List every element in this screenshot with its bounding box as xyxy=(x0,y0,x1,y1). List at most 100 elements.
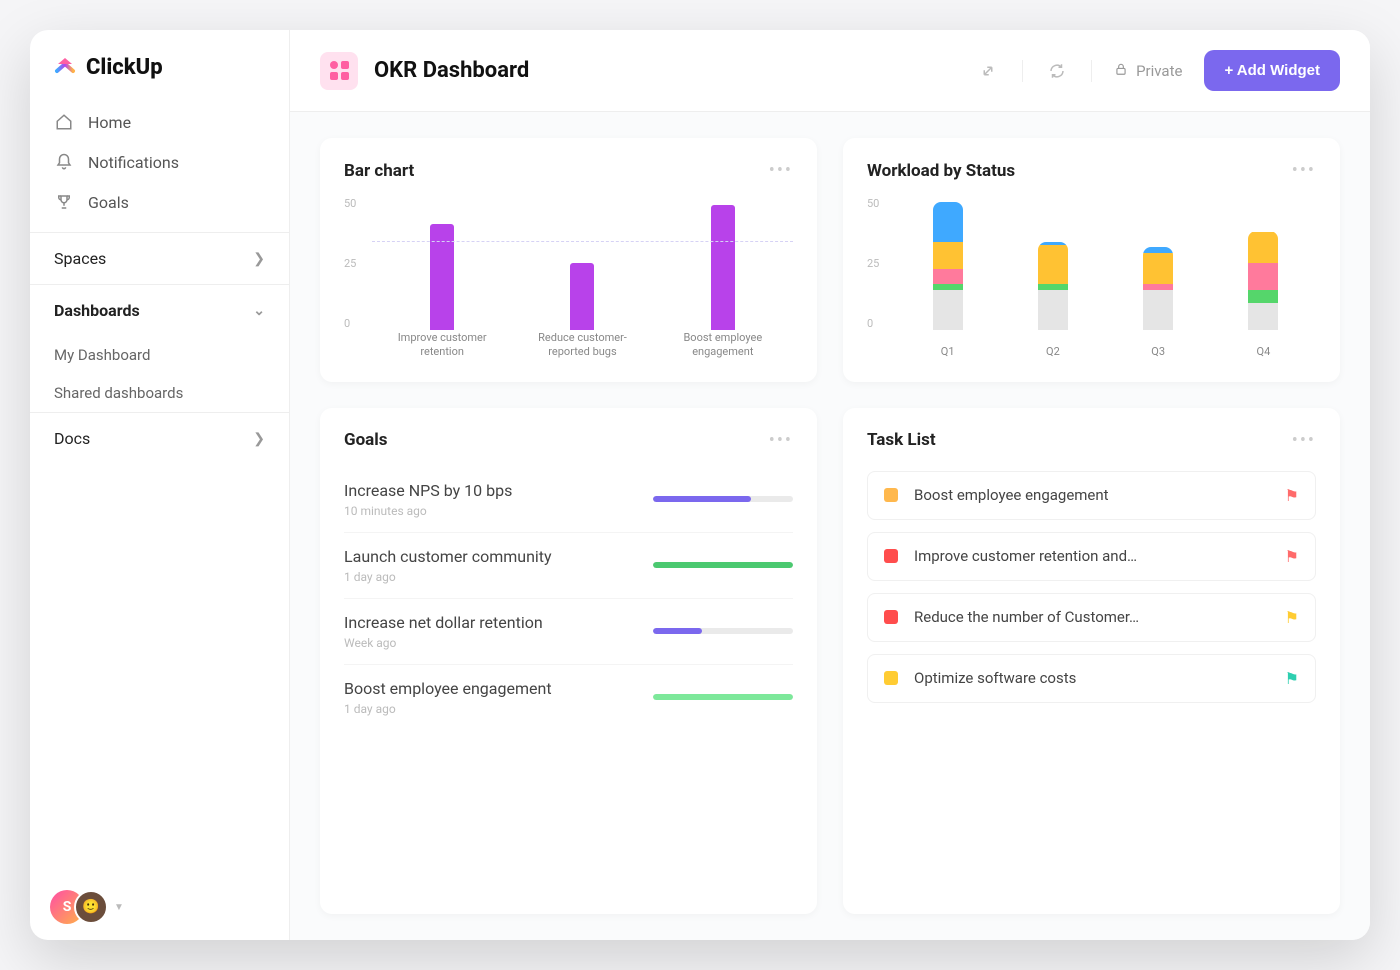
home-icon xyxy=(54,112,74,132)
privacy-label: Private xyxy=(1136,62,1182,80)
card-workload: Workload by Status ••• 50250 Q1Q2Q3Q4 xyxy=(843,138,1340,382)
task-row[interactable]: Reduce the number of Customer…⚑ xyxy=(867,593,1316,642)
task-name: Optimize software costs xyxy=(914,669,1285,687)
caret-down-icon: ▼ xyxy=(114,902,124,913)
goal-time: Week ago xyxy=(344,636,633,650)
stacked-bar[interactable] xyxy=(933,202,963,329)
privacy-toggle[interactable]: Private xyxy=(1108,62,1188,80)
add-widget-button[interactable]: + Add Widget xyxy=(1204,50,1340,91)
flag-icon: ⚑ xyxy=(1285,547,1299,566)
card-title: Workload by Status xyxy=(867,161,1015,181)
task-name: Reduce the number of Customer… xyxy=(914,608,1285,626)
task-name: Improve customer retention and… xyxy=(914,547,1285,565)
goal-name: Launch customer community xyxy=(344,547,633,566)
task-row[interactable]: Improve customer retention and…⚑ xyxy=(867,532,1316,581)
status-square-icon xyxy=(884,488,898,502)
stacked-bar[interactable] xyxy=(1038,242,1068,329)
dashboard-icon xyxy=(320,52,358,90)
goal-name: Increase NPS by 10 bps xyxy=(344,481,633,500)
refresh-icon[interactable] xyxy=(1039,53,1075,89)
more-icon[interactable]: ••• xyxy=(1292,430,1316,451)
more-icon[interactable]: ••• xyxy=(769,160,793,181)
app-window: ClickUp Home Notifications Goals Spaces … xyxy=(30,30,1370,940)
section-label: Dashboards xyxy=(54,301,140,320)
docs-toggle[interactable]: Docs ❯ xyxy=(30,413,289,464)
y-axis: 50250 xyxy=(867,197,891,330)
status-square-icon xyxy=(884,671,898,685)
more-icon[interactable]: ••• xyxy=(1292,160,1316,181)
stacked-bar[interactable] xyxy=(1248,231,1278,329)
y-axis: 50250 xyxy=(344,197,368,330)
card-task-list: Task List ••• Boost employee engagement⚑… xyxy=(843,408,1340,915)
status-square-icon xyxy=(884,549,898,563)
bar[interactable] xyxy=(711,205,735,330)
stacked-bar[interactable] xyxy=(1143,247,1173,329)
nav-label: Goals xyxy=(88,193,129,212)
page-title: OKR Dashboard xyxy=(374,58,529,83)
nav-home[interactable]: Home xyxy=(30,102,289,142)
main-area: OKR Dashboard Private + Add Widget Bar c… xyxy=(290,30,1370,940)
goal-name: Boost employee engagement xyxy=(344,679,633,698)
goal-row[interactable]: Launch customer community 1 day ago xyxy=(344,533,793,599)
lock-icon xyxy=(1114,62,1128,80)
nav-label: Home xyxy=(88,113,131,132)
task-list: Boost employee engagement⚑Improve custom… xyxy=(867,471,1316,703)
progress-bar xyxy=(653,496,793,502)
section-dashboards: Dashboards ⌄ My Dashboard Shared dashboa… xyxy=(30,284,289,412)
dashboard-grid: Bar chart ••• 50250 Improve customer ret… xyxy=(290,112,1370,940)
progress-bar xyxy=(653,694,793,700)
goal-row[interactable]: Boost employee engagement 1 day ago xyxy=(344,665,793,730)
x-axis: Q1Q2Q3Q4 xyxy=(895,345,1316,359)
progress-bar xyxy=(653,628,793,634)
workload-chart: 50250 Q1Q2Q3Q4 xyxy=(867,187,1316,360)
trophy-icon xyxy=(54,192,74,212)
bar-chart: 50250 Improve customer retentionReduce c… xyxy=(344,187,793,360)
section-docs: Docs ❯ xyxy=(30,412,289,464)
brand-logo[interactable]: ClickUp xyxy=(30,30,289,98)
avatar: 🙂 xyxy=(74,890,108,924)
goal-time: 1 day ago xyxy=(344,702,633,716)
user-switcher[interactable]: S 🙂 ▼ xyxy=(30,874,289,940)
chevron-right-icon: ❯ xyxy=(253,431,265,447)
dashboards-toggle[interactable]: Dashboards ⌄ xyxy=(30,285,289,336)
goals-list: Increase NPS by 10 bps 10 minutes ago Laun… xyxy=(344,467,793,730)
clickup-logo-icon xyxy=(52,54,78,80)
spaces-toggle[interactable]: Spaces ❯ xyxy=(30,233,289,284)
task-name: Boost employee engagement xyxy=(914,486,1285,504)
nav-goals[interactable]: Goals xyxy=(30,182,289,222)
bar[interactable] xyxy=(570,263,594,329)
card-goals: Goals ••• Increase NPS by 10 bps 10 minut… xyxy=(320,408,817,915)
goal-row[interactable]: Increase NPS by 10 bps 10 minutes ago xyxy=(344,467,793,533)
goal-time: 10 minutes ago xyxy=(344,504,633,518)
brand-name: ClickUp xyxy=(86,55,163,80)
nav-notifications[interactable]: Notifications xyxy=(30,142,289,182)
goal-time: 1 day ago xyxy=(344,570,633,584)
card-title: Bar chart xyxy=(344,161,414,181)
x-axis: Improve customer retentionReduce custome… xyxy=(372,331,793,360)
divider xyxy=(1022,60,1023,82)
card-bar-chart: Bar chart ••• 50250 Improve customer ret… xyxy=(320,138,817,382)
sidebar: ClickUp Home Notifications Goals Spaces … xyxy=(30,30,290,940)
sidebar-item-my-dashboard[interactable]: My Dashboard xyxy=(30,336,289,374)
expand-icon[interactable] xyxy=(970,53,1006,89)
chevron-down-icon: ⌄ xyxy=(253,303,265,319)
chevron-right-icon: ❯ xyxy=(253,251,265,267)
nav-label: Notifications xyxy=(88,153,179,172)
status-square-icon xyxy=(884,610,898,624)
section-label: Docs xyxy=(54,429,90,448)
section-spaces: Spaces ❯ xyxy=(30,232,289,284)
primary-nav: Home Notifications Goals xyxy=(30,98,289,232)
more-icon[interactable]: ••• xyxy=(769,430,793,451)
task-row[interactable]: Boost employee engagement⚑ xyxy=(867,471,1316,520)
goal-row[interactable]: Increase net dollar retention Week ago xyxy=(344,599,793,665)
goal-name: Increase net dollar retention xyxy=(344,613,633,632)
task-row[interactable]: Optimize software costs⚑ xyxy=(867,654,1316,703)
card-title: Goals xyxy=(344,430,388,450)
bar[interactable] xyxy=(430,224,454,330)
divider xyxy=(1091,60,1092,82)
sidebar-item-shared-dashboards[interactable]: Shared dashboards xyxy=(30,374,289,412)
flag-icon: ⚑ xyxy=(1285,669,1299,688)
bell-icon xyxy=(54,152,74,172)
header-bar: OKR Dashboard Private + Add Widget xyxy=(290,30,1370,112)
section-label: Spaces xyxy=(54,249,106,268)
